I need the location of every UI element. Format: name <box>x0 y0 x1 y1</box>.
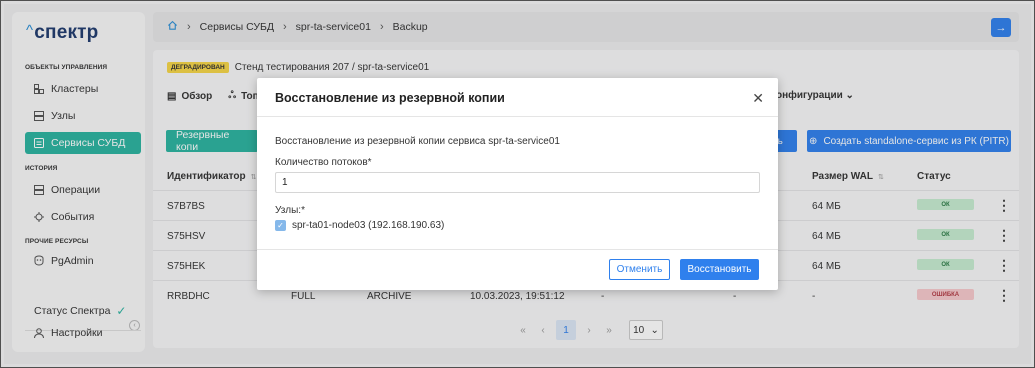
restore-button[interactable]: Восстановить <box>680 259 759 280</box>
node-option[interactable]: ✓ spr-ta01-node03 (192.168.190.63) <box>275 220 444 231</box>
dialog-description: Восстановление из резервной копии сервис… <box>275 136 560 147</box>
checkbox-checked-icon[interactable]: ✓ <box>275 220 286 231</box>
cancel-button[interactable]: Отменить <box>609 259 670 280</box>
nodes-label: Узлы:* <box>275 205 305 216</box>
dialog-divider <box>257 249 778 250</box>
close-icon[interactable]: ✕ <box>752 90 764 107</box>
restore-dialog: Восстановление из резервной копии ✕ Восс… <box>257 78 778 290</box>
node-label: spr-ta01-node03 (192.168.190.63) <box>292 220 445 231</box>
dialog-divider <box>257 116 778 117</box>
threads-input[interactable]: 1 <box>275 172 760 193</box>
threads-value: 1 <box>282 177 288 188</box>
dialog-title: Восстановление из резервной копии <box>275 91 505 105</box>
threads-label: Количество потоков* <box>275 157 372 168</box>
